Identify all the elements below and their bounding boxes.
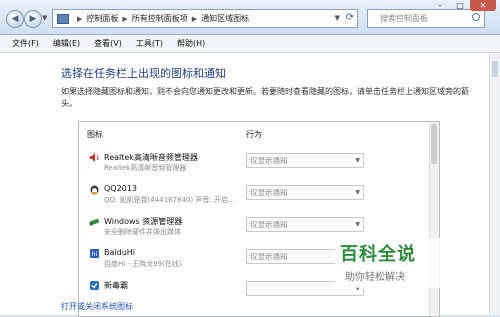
breadcrumb-all-items[interactable]: 所有控制面板项 [132, 13, 188, 24]
item-name: 新毒霸 [104, 281, 128, 290]
item-name: Realtek高清晰音频管理器 [104, 153, 198, 162]
menu-tools[interactable]: 工具(T) [136, 38, 163, 49]
breadcrumb-notification-icons[interactable]: 通知区域图标 [201, 13, 249, 24]
menu-bar: 文件(F) 编辑(E) 查看(V) 工具(T) 帮助(H) [0, 35, 500, 53]
watermark-logo: 百科全说 助你轻松解决 [335, 238, 485, 288]
back-button[interactable]: ◀ [6, 10, 24, 28]
column-header-behavior: 行为 [246, 130, 262, 139]
scrollbar-thumb[interactable] [492, 61, 498, 77]
item-description: QQ: 凯凯是我(444167840) 声音: 开启... [104, 196, 235, 204]
chevron-down-icon: ▼ [355, 157, 360, 164]
duba-icon [89, 280, 100, 291]
usb-device-icon [89, 216, 100, 227]
search-placeholder: 搜索控制面板 [380, 14, 428, 23]
scrollbar-thumb[interactable] [431, 124, 437, 164]
speaker-icon [89, 152, 100, 163]
list-item: QQ2013 QQ: 凯凯是我(444167840) 声音: 开启... 仅显示… [79, 180, 429, 212]
control-panel-icon [57, 13, 69, 24]
recent-pages-dropdown-icon[interactable]: ▼ [42, 14, 47, 22]
page-title: 选择在任务栏上出现的图标和通知 [61, 67, 226, 80]
address-bar[interactable]: ▶ 控制面板 ▶ 所有控制面板项 ▶ 通知区域图标 ▼ ⟳ [52, 9, 358, 28]
behavior-value: 仅显示通知 [250, 220, 288, 229]
watermark-title: 百科全说 [340, 244, 416, 265]
title-bar: ◀ ▶ ▼ ▶ 控制面板 ▶ 所有控制面板项 ▶ 通知区域图标 ▼ ⟳ 搜索控制… [0, 0, 500, 35]
behavior-select[interactable]: 仅显示通知 ▼ [246, 153, 364, 168]
address-dropdown-icon[interactable]: ▼ [335, 14, 340, 22]
list-item: Realtek高清晰音频管理器 Realtek高清晰音频管理器 仅显示通知 ▼ [79, 148, 429, 180]
behavior-value: 仅显示通知 [250, 252, 288, 261]
menu-help[interactable]: 帮助(H) [177, 38, 205, 49]
behavior-value: 仅显示通知 [250, 188, 288, 197]
item-description: Realtek高清晰音频管理器 [104, 164, 187, 172]
item-description: 百度Hi - 王晓龙99(在线) [104, 260, 182, 268]
close-icon[interactable]: ✕ [470, 0, 496, 11]
behavior-value: 仅显示通知 [250, 156, 288, 165]
behavior-select[interactable]: 仅显示通知 ▼ [246, 217, 364, 232]
menu-file[interactable]: 文件(F) [12, 38, 39, 49]
window-scrollbar[interactable] [489, 53, 500, 315]
search-icon[interactable] [472, 13, 480, 21]
item-name: QQ2013 [104, 184, 137, 193]
refresh-icon[interactable]: ⟳ [346, 12, 354, 23]
menu-edit[interactable]: 编辑(E) [53, 38, 80, 49]
window-controls: – □ ✕ [430, 0, 496, 11]
chevron-down-icon: ▼ [355, 189, 360, 196]
item-name: BaiduHi [104, 248, 135, 257]
chevron-right-icon[interactable]: ▶ [192, 15, 197, 23]
breadcrumb-control-panel[interactable]: 控制面板 [86, 13, 118, 24]
system-icons-link[interactable]: 打开或关闭系统图标 [61, 301, 133, 312]
baiduhi-icon: hi [89, 248, 100, 259]
behavior-select[interactable]: 仅显示通知 ▼ [246, 185, 364, 200]
search-input[interactable]: 搜索控制面板 [367, 9, 485, 28]
column-header-icon: 图标 [87, 130, 103, 139]
watermark-subtitle: 助你轻松解决 [345, 272, 405, 283]
forward-button[interactable]: ▶ [24, 10, 42, 28]
page-description: 如果选择隐藏图标和通知，则不会向您通知更改和更新。若要随时查看隐藏的图标，请单击… [61, 87, 469, 108]
chevron-right-icon[interactable]: ▶ [122, 15, 127, 23]
qq-penguin-icon [89, 184, 100, 195]
maximize-icon[interactable]: □ [450, 0, 470, 11]
item-description: 安全删除硬件并弹出媒体 [104, 228, 181, 236]
svg-text:hi: hi [92, 251, 98, 258]
item-name: Windows 资源管理器 [104, 217, 183, 226]
menu-view[interactable]: 查看(V) [94, 38, 122, 49]
chevron-down-icon: ▼ [355, 221, 360, 228]
chevron-right-icon[interactable]: ▶ [77, 15, 82, 23]
minimize-icon[interactable]: – [430, 0, 450, 11]
